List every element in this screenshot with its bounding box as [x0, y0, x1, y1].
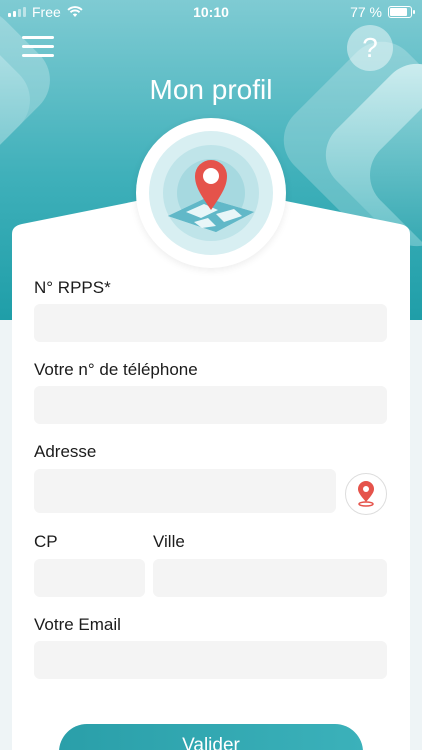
phone-label: Votre n° de téléphone	[34, 360, 198, 379]
page-title: Mon profil	[149, 74, 273, 105]
cp-input[interactable]	[34, 559, 145, 597]
city-label: Ville	[153, 532, 185, 551]
menu-icon	[22, 36, 54, 39]
email-label: Votre Email	[34, 615, 121, 634]
status-right: 77 %	[350, 4, 415, 20]
status-bar: Free 10:10 77 %	[0, 0, 422, 24]
location-pin-icon	[358, 481, 374, 507]
battery-icon	[388, 6, 415, 18]
map-pin-icon	[149, 131, 273, 255]
address-label: Adresse	[34, 442, 97, 461]
locate-button[interactable]	[345, 473, 387, 515]
help-button[interactable]: ?	[347, 25, 393, 71]
rpps-label: N° RPPS*	[34, 278, 111, 297]
city-input[interactable]	[153, 559, 387, 597]
map-avatar	[136, 118, 286, 268]
battery-fill	[390, 8, 407, 16]
email-input[interactable]	[34, 641, 387, 679]
battery-percent: 77 %	[350, 4, 382, 20]
cp-label: CP	[34, 532, 58, 551]
submit-button[interactable]: Valider	[59, 724, 363, 750]
menu-button[interactable]	[22, 36, 54, 60]
rpps-input[interactable]	[34, 304, 387, 342]
address-input[interactable]	[34, 469, 336, 513]
phone-input[interactable]	[34, 386, 387, 424]
